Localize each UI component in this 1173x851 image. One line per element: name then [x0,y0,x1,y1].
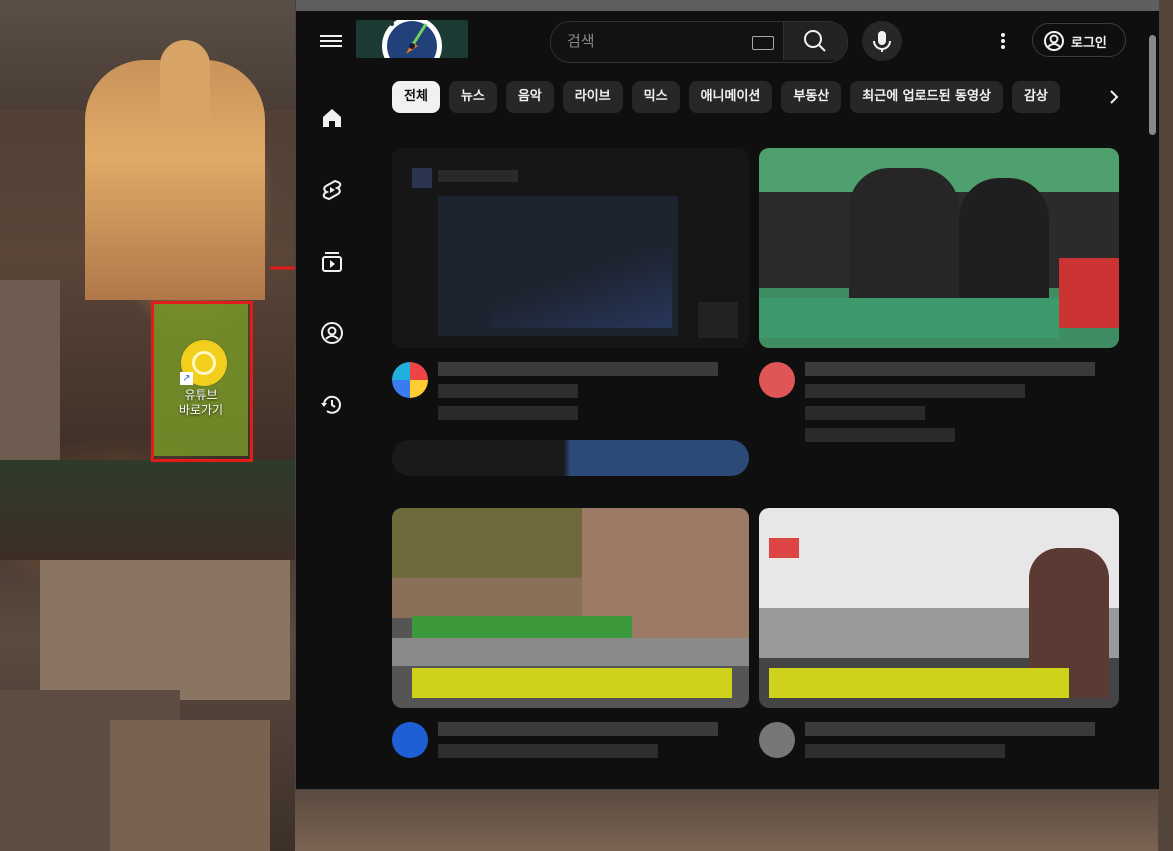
video-thumbnail[interactable] [759,148,1119,348]
channel-name-placeholder [438,384,578,398]
microphone-icon [873,31,891,52]
video-thumbnail[interactable] [759,508,1119,708]
hamburger-menu-icon[interactable] [320,32,342,50]
subscriptions-icon [322,252,342,272]
sidebar-item-subscriptions[interactable] [320,250,344,274]
video-card[interactable] [392,508,749,789]
voice-search-button[interactable] [862,21,902,61]
highlight-frame [151,301,253,462]
category-chip-bar: 전체 뉴스 음악 라이브 믹스 애니메이션 부동산 최근에 업로드된 동영상 감상 [392,81,1122,113]
chip-live[interactable]: 라이브 [562,81,623,113]
login-label: 로그인 [1071,36,1107,51]
chip-animation[interactable]: 애니메이션 [688,81,773,113]
scrollbar-thumb[interactable] [1149,35,1156,135]
sidebar-item-you[interactable] [320,321,344,345]
video-title-placeholder [805,384,1025,398]
search-input[interactable] [551,22,782,60]
chip-music[interactable]: 음악 [505,81,554,113]
search-icon [804,30,826,52]
window-title-strip [296,0,1159,11]
chevron-right-icon [1110,90,1119,104]
search-button[interactable] [783,22,847,60]
chip-mix[interactable]: 믹스 [631,81,680,113]
video-title-placeholder [805,362,1095,376]
you-icon [321,322,343,344]
video-title-placeholder [438,722,718,736]
channel-avatar[interactable] [759,362,795,398]
video-card[interactable] [759,508,1119,789]
channel-avatar[interactable] [392,722,428,758]
chip-real-estate[interactable]: 부동산 [781,81,842,113]
channel-avatar[interactable] [759,722,795,758]
site-logo[interactable] [356,20,468,58]
history-icon [321,395,341,414]
channel-avatar[interactable] [392,362,428,398]
more-vert-icon[interactable] [996,31,1010,51]
sidebar-item-shorts[interactable] [320,178,344,202]
chip-appreciation[interactable]: 감상 [1011,81,1060,113]
home-icon [323,109,341,127]
scrollbar[interactable] [1145,11,1159,788]
video-card[interactable] [392,148,749,478]
video-title-placeholder [805,744,1005,758]
channel-name-placeholder [805,406,925,420]
ad-action-button[interactable] [392,440,749,476]
video-title-placeholder [438,362,718,376]
chip-news[interactable]: 뉴스 [448,81,497,113]
video-meta-placeholder [805,428,955,442]
chip-all[interactable]: 전체 [392,81,440,113]
sidebar-item-history[interactable] [320,393,344,417]
logo-icon [356,20,468,58]
chip-next-button[interactable] [1101,84,1127,110]
video-meta-placeholder [438,406,578,420]
video-title-placeholder [805,722,1095,736]
video-title-placeholder [438,744,658,758]
account-circle-icon [1044,31,1064,51]
video-thumbnail[interactable] [392,148,749,348]
keyboard-icon[interactable] [752,36,774,50]
chip-recently-uploaded[interactable]: 최근에 업로드된 동영상 [850,81,1003,113]
login-button[interactable]: 로그인 [1032,23,1126,57]
video-thumbnail[interactable] [392,508,749,708]
video-card[interactable] [759,148,1119,458]
search-box [550,21,848,63]
shorts-icon [322,179,342,201]
masthead: 로그인 [296,11,1159,71]
browser-window: 로그인 [295,0,1159,790]
sidebar-item-home[interactable] [320,106,344,130]
